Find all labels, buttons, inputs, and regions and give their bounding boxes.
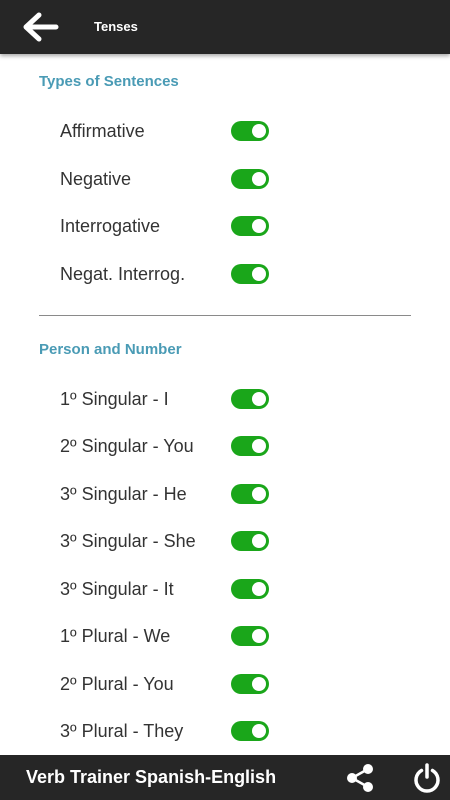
setting-label: 1º Singular - I bbox=[60, 389, 169, 409]
negative-toggle[interactable] bbox=[231, 169, 269, 189]
setting-row-negat-interrog: Negat. Interrog. bbox=[0, 254, 450, 294]
affirmative-toggle[interactable] bbox=[231, 121, 269, 141]
2-singular-you-toggle[interactable] bbox=[231, 436, 269, 456]
setting-label: 3º Singular - It bbox=[60, 579, 174, 599]
setting-row-1-plural-we: 1º Plural - We bbox=[0, 616, 450, 656]
toggle-knob bbox=[252, 439, 266, 453]
negat-interrog-toggle[interactable] bbox=[231, 264, 269, 284]
setting-row-affirmative: Affirmative bbox=[0, 111, 450, 151]
top-toolbar: Tenses bbox=[0, 0, 450, 54]
toggle-knob bbox=[252, 124, 266, 138]
interrogative-toggle[interactable] bbox=[231, 216, 269, 236]
setting-label: Affirmative bbox=[60, 121, 145, 141]
share-icon bbox=[347, 764, 373, 792]
toggle-knob bbox=[252, 582, 266, 596]
section-header-person-and-number: Person and Number bbox=[39, 341, 182, 358]
section-header-types-of-sentences: Types of Sentences bbox=[39, 73, 179, 90]
setting-label: 3º Singular - She bbox=[60, 531, 196, 551]
arrow-left-icon bbox=[23, 12, 59, 42]
toggle-knob bbox=[252, 724, 266, 738]
setting-row-1-singular-i: 1º Singular - I bbox=[0, 379, 450, 419]
3-plural-they-toggle[interactable] bbox=[231, 721, 269, 741]
setting-label: Interrogative bbox=[60, 216, 161, 236]
setting-row-3-plural-they: 3º Plural - They bbox=[0, 711, 450, 751]
3-singular-he-toggle[interactable] bbox=[231, 484, 269, 504]
setting-label: Negat. Interrog. bbox=[60, 264, 186, 284]
setting-label: 2º Singular - You bbox=[60, 436, 194, 456]
toggle-knob bbox=[252, 534, 266, 548]
setting-label: 3º Singular - He bbox=[60, 484, 187, 504]
toggle-knob bbox=[252, 267, 266, 281]
section-divider bbox=[39, 315, 411, 316]
setting-label: 3º Plural - They bbox=[60, 721, 184, 741]
setting-row-interrogative: Interrogative bbox=[0, 206, 450, 246]
2-plural-you-toggle[interactable] bbox=[231, 674, 269, 694]
bottom-bar: Verb Trainer Spanish-English bbox=[0, 755, 450, 800]
setting-row-2-plural-you: 2º Plural - You bbox=[0, 664, 450, 704]
setting-row-3-singular-it: 3º Singular - It bbox=[0, 569, 450, 609]
setting-row-negative: Negative bbox=[0, 159, 450, 199]
back-button[interactable] bbox=[20, 9, 60, 45]
setting-row-2-singular-you: 2º Singular - You bbox=[0, 426, 450, 466]
setting-label: 1º Plural - We bbox=[60, 626, 171, 646]
setting-label: 2º Plural - You bbox=[60, 674, 174, 694]
app-name: Verb Trainer Spanish-English bbox=[26, 767, 277, 787]
power-icon bbox=[414, 763, 440, 793]
1-singular-i-toggle[interactable] bbox=[231, 389, 269, 409]
settings-list[interactable]: Types of Sentences Affirmative Negative … bbox=[0, 54, 450, 755]
toggle-knob bbox=[252, 392, 266, 406]
toggle-knob bbox=[252, 172, 266, 186]
share-button[interactable] bbox=[344, 763, 376, 793]
3-singular-it-toggle[interactable] bbox=[231, 579, 269, 599]
toggle-knob bbox=[252, 677, 266, 691]
1-plural-we-toggle[interactable] bbox=[231, 626, 269, 646]
setting-row-3-singular-she: 3º Singular - She bbox=[0, 521, 450, 561]
setting-row-3-singular-he: 3º Singular - He bbox=[0, 474, 450, 514]
setting-label: Negative bbox=[60, 169, 132, 189]
page-title: Tenses bbox=[94, 19, 138, 34]
3-singular-she-toggle[interactable] bbox=[231, 531, 269, 551]
power-button[interactable] bbox=[411, 762, 443, 794]
toggle-knob bbox=[252, 629, 266, 643]
toggle-knob bbox=[252, 487, 266, 501]
toggle-knob bbox=[252, 219, 266, 233]
